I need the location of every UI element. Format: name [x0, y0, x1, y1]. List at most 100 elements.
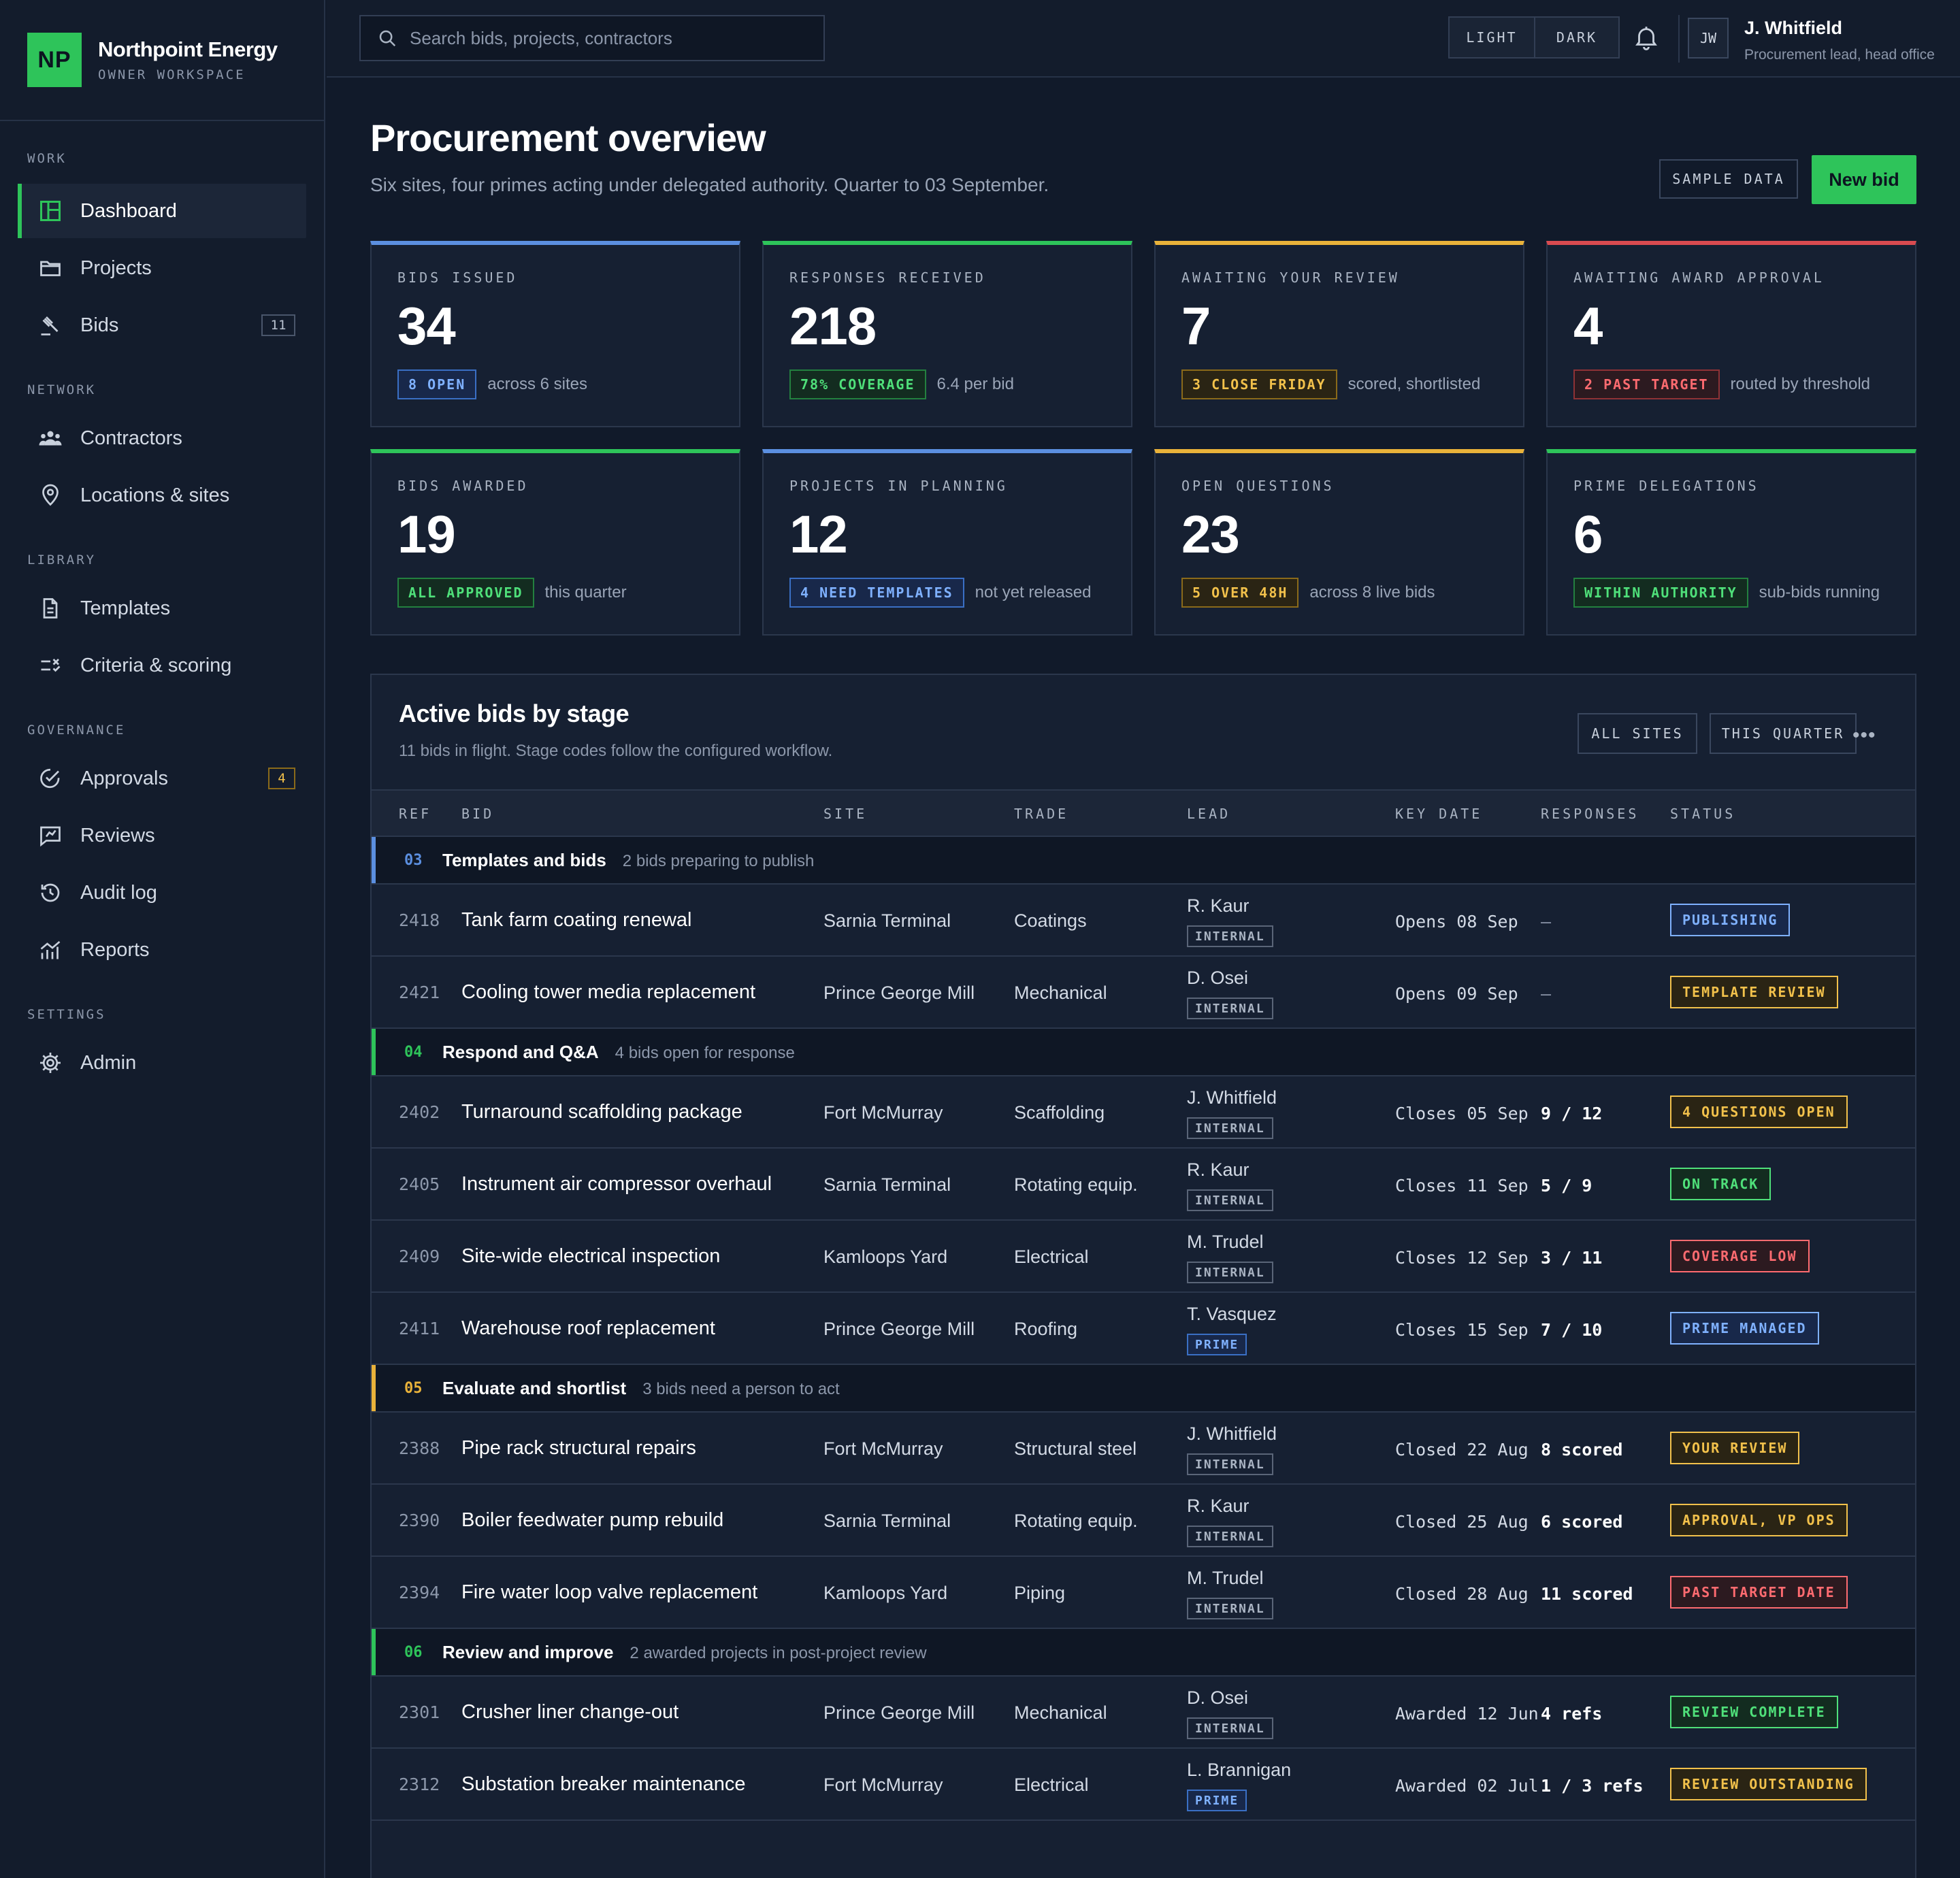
bid-lead: L. Brannigan: [1187, 1760, 1292, 1780]
kpi-note: not yet released: [975, 583, 1092, 602]
bid-lead: R. Kaur: [1187, 1159, 1250, 1180]
sidebar-item-criteria[interactable]: Criteria & scoring: [18, 638, 306, 693]
sidebar-item-locations[interactable]: Locations & sites: [18, 468, 306, 523]
bid-name[interactable]: Warehouse roof replacement: [461, 1317, 715, 1340]
kpi-label: PRIME DELEGATIONS: [1573, 478, 1759, 494]
sidebar-item-label: Bids: [80, 314, 119, 336]
status-badge: ON TRACK: [1670, 1168, 1771, 1200]
table-row[interactable]: 2394 Fire water loop valve replacement Kam…: [372, 1557, 1915, 1629]
stage-description: 3 bids need a person to act: [642, 1380, 840, 1398]
table-row[interactable]: 2405 Instrument air compressor overhaul Sa…: [372, 1149, 1915, 1221]
bid-trade: Electrical: [1014, 1775, 1089, 1795]
main-content: Procurement overview Six sites, four pri…: [327, 79, 1960, 1878]
table-row[interactable]: 2409 Site-wide electrical inspection Kamlo…: [372, 1221, 1915, 1293]
column-header-trade: TRADE: [1014, 806, 1069, 822]
bid-trade: Piping: [1014, 1583, 1066, 1603]
bid-ref: 2421: [399, 983, 440, 1002]
sidebar-item-label: Approvals: [80, 767, 168, 789]
bid-name[interactable]: Pipe rack structural repairs: [461, 1437, 696, 1460]
sidebar-item-reports[interactable]: Reports: [18, 923, 306, 977]
bid-ref: 2388: [399, 1438, 440, 1458]
bid-name[interactable]: Crusher liner change-out: [461, 1701, 679, 1724]
people-icon: [38, 426, 63, 450]
stage-row: 03 Templates and bids 2 bids preparing to …: [372, 837, 1915, 885]
bid-site: Fort McMurray: [823, 1102, 943, 1123]
sidebar-item-templates[interactable]: Templates: [18, 581, 306, 636]
theme-light-button[interactable]: LIGHT: [1450, 18, 1534, 57]
status-badge: YOUR REVIEW: [1670, 1432, 1800, 1464]
sidebar-item-reviews[interactable]: Reviews: [18, 808, 306, 863]
notification-bell-icon[interactable]: [1632, 23, 1661, 52]
table-row[interactable]: 2411 Warehouse roof replacement Prince Geo…: [372, 1293, 1915, 1365]
bid-name[interactable]: Boiler feedwater pump rebuild: [461, 1509, 723, 1532]
stage-name: Review and improve: [442, 1642, 614, 1662]
table-row[interactable]: 2312 Substation breaker maintenance Fort M…: [372, 1749, 1915, 1821]
column-header-responses: RESPONSES: [1541, 806, 1639, 822]
bid-ref: 2394: [399, 1583, 440, 1602]
bid-ref: 2301: [399, 1702, 440, 1722]
nav-heading-library: LIBRARY: [27, 553, 97, 567]
search-placeholder: Search bids, projects, contractors: [410, 27, 672, 48]
sidebar-item-projects[interactable]: Projects: [18, 241, 306, 295]
stage-code: 06: [404, 1644, 423, 1661]
bid-name[interactable]: Instrument air compressor overhaul: [461, 1173, 772, 1196]
table-row[interactable]: 2388 Pipe rack structural repairs Fort McM…: [372, 1413, 1915, 1485]
bids-count-badge: 11: [261, 314, 295, 336]
brand-name: Northpoint Energy: [98, 37, 278, 61]
bid-key-date: Opens 08 Sep: [1395, 912, 1518, 932]
table-row[interactable]: 2301 Crusher liner change-out Prince Georg…: [372, 1677, 1915, 1749]
kpi-value: 218: [789, 296, 877, 356]
sample-data-button[interactable]: SAMPLE DATA: [1659, 159, 1798, 199]
bid-responses: 3 / 11: [1541, 1248, 1603, 1268]
sidebar-item-dashboard[interactable]: Dashboard: [18, 184, 306, 238]
column-header-lead: LEAD: [1187, 806, 1231, 822]
bid-ref: 2409: [399, 1247, 440, 1266]
filter-period-button[interactable]: THIS QUARTER: [1710, 713, 1857, 754]
bid-trade: Roofing: [1014, 1319, 1078, 1339]
table-row[interactable]: 2418 Tank farm coating renewal Sarnia Term…: [372, 885, 1915, 957]
sidebar-item-admin[interactable]: Admin: [18, 1036, 306, 1090]
avatar[interactable]: JW: [1688, 18, 1729, 59]
theme-dark-button[interactable]: DARK: [1534, 18, 1618, 57]
bid-name[interactable]: Turnaround scaffolding package: [461, 1101, 742, 1123]
bid-name[interactable]: Substation breaker maintenance: [461, 1773, 746, 1796]
gear-icon: [38, 1051, 63, 1075]
kpi-label: RESPONSES RECEIVED: [789, 269, 986, 286]
theme-toggle: LIGHT DARK: [1448, 16, 1620, 59]
more-options-icon[interactable]: •••: [1852, 724, 1876, 747]
bid-name[interactable]: Cooling tower media replacement: [461, 981, 755, 1004]
page-title: Procurement overview: [370, 116, 766, 159]
search-input[interactable]: Search bids, projects, contractors: [359, 15, 825, 61]
sidebar-item-audit-log[interactable]: Audit log: [18, 866, 306, 920]
bid-key-date: Awarded 12 Jun: [1395, 1704, 1539, 1724]
kpi-note: across 8 live bids: [1309, 583, 1435, 602]
sidebar-item-label: Reports: [80, 938, 150, 961]
sidebar-item-label: Admin: [80, 1051, 137, 1074]
table-row[interactable]: 2402 Turnaround scaffolding package Fort M…: [372, 1076, 1915, 1149]
kpi-label: BIDS ISSUED: [397, 269, 518, 286]
kpi-chip: 78% COVERAGE: [789, 369, 926, 399]
new-bid-button[interactable]: New bid: [1812, 155, 1916, 204]
bid-name[interactable]: Tank farm coating renewal: [461, 909, 692, 932]
panel-subtitle: 11 bids in flight. Stage codes follow th…: [399, 742, 833, 760]
stage-code: 03: [404, 852, 423, 869]
stage-name: Evaluate and shortlist: [442, 1378, 627, 1398]
kpi-note: across 6 sites: [487, 375, 587, 393]
bid-ref: 2405: [399, 1174, 440, 1194]
sidebar-item-contractors[interactable]: Contractors: [18, 411, 306, 465]
user-info[interactable]: J. Whitfield Procurement lead, head offi…: [1744, 18, 1935, 63]
criteria-icon: [38, 653, 63, 678]
bid-trade: Rotating equip.: [1014, 1511, 1138, 1531]
sidebar-item-label: Reviews: [80, 824, 155, 846]
stage-name: Templates and bids: [442, 850, 606, 870]
bid-name[interactable]: Site-wide electrical inspection: [461, 1245, 720, 1268]
kpi-value: 23: [1181, 504, 1240, 564]
sidebar-item-bids[interactable]: Bids 11: [18, 298, 306, 352]
bid-site: Fort McMurray: [823, 1775, 943, 1795]
bid-name[interactable]: Fire water loop valve replacement: [461, 1581, 757, 1604]
table-row[interactable]: 2421 Cooling tower media replacement Princ…: [372, 957, 1915, 1029]
table-row[interactable]: 2390 Boiler feedwater pump rebuild Sarnia …: [372, 1485, 1915, 1557]
sidebar-item-approvals[interactable]: Approvals 4: [18, 751, 306, 806]
nav-group-network: NETWORK Contractors Locations & sites: [0, 370, 324, 523]
filter-sites-button[interactable]: ALL SITES: [1578, 713, 1697, 754]
